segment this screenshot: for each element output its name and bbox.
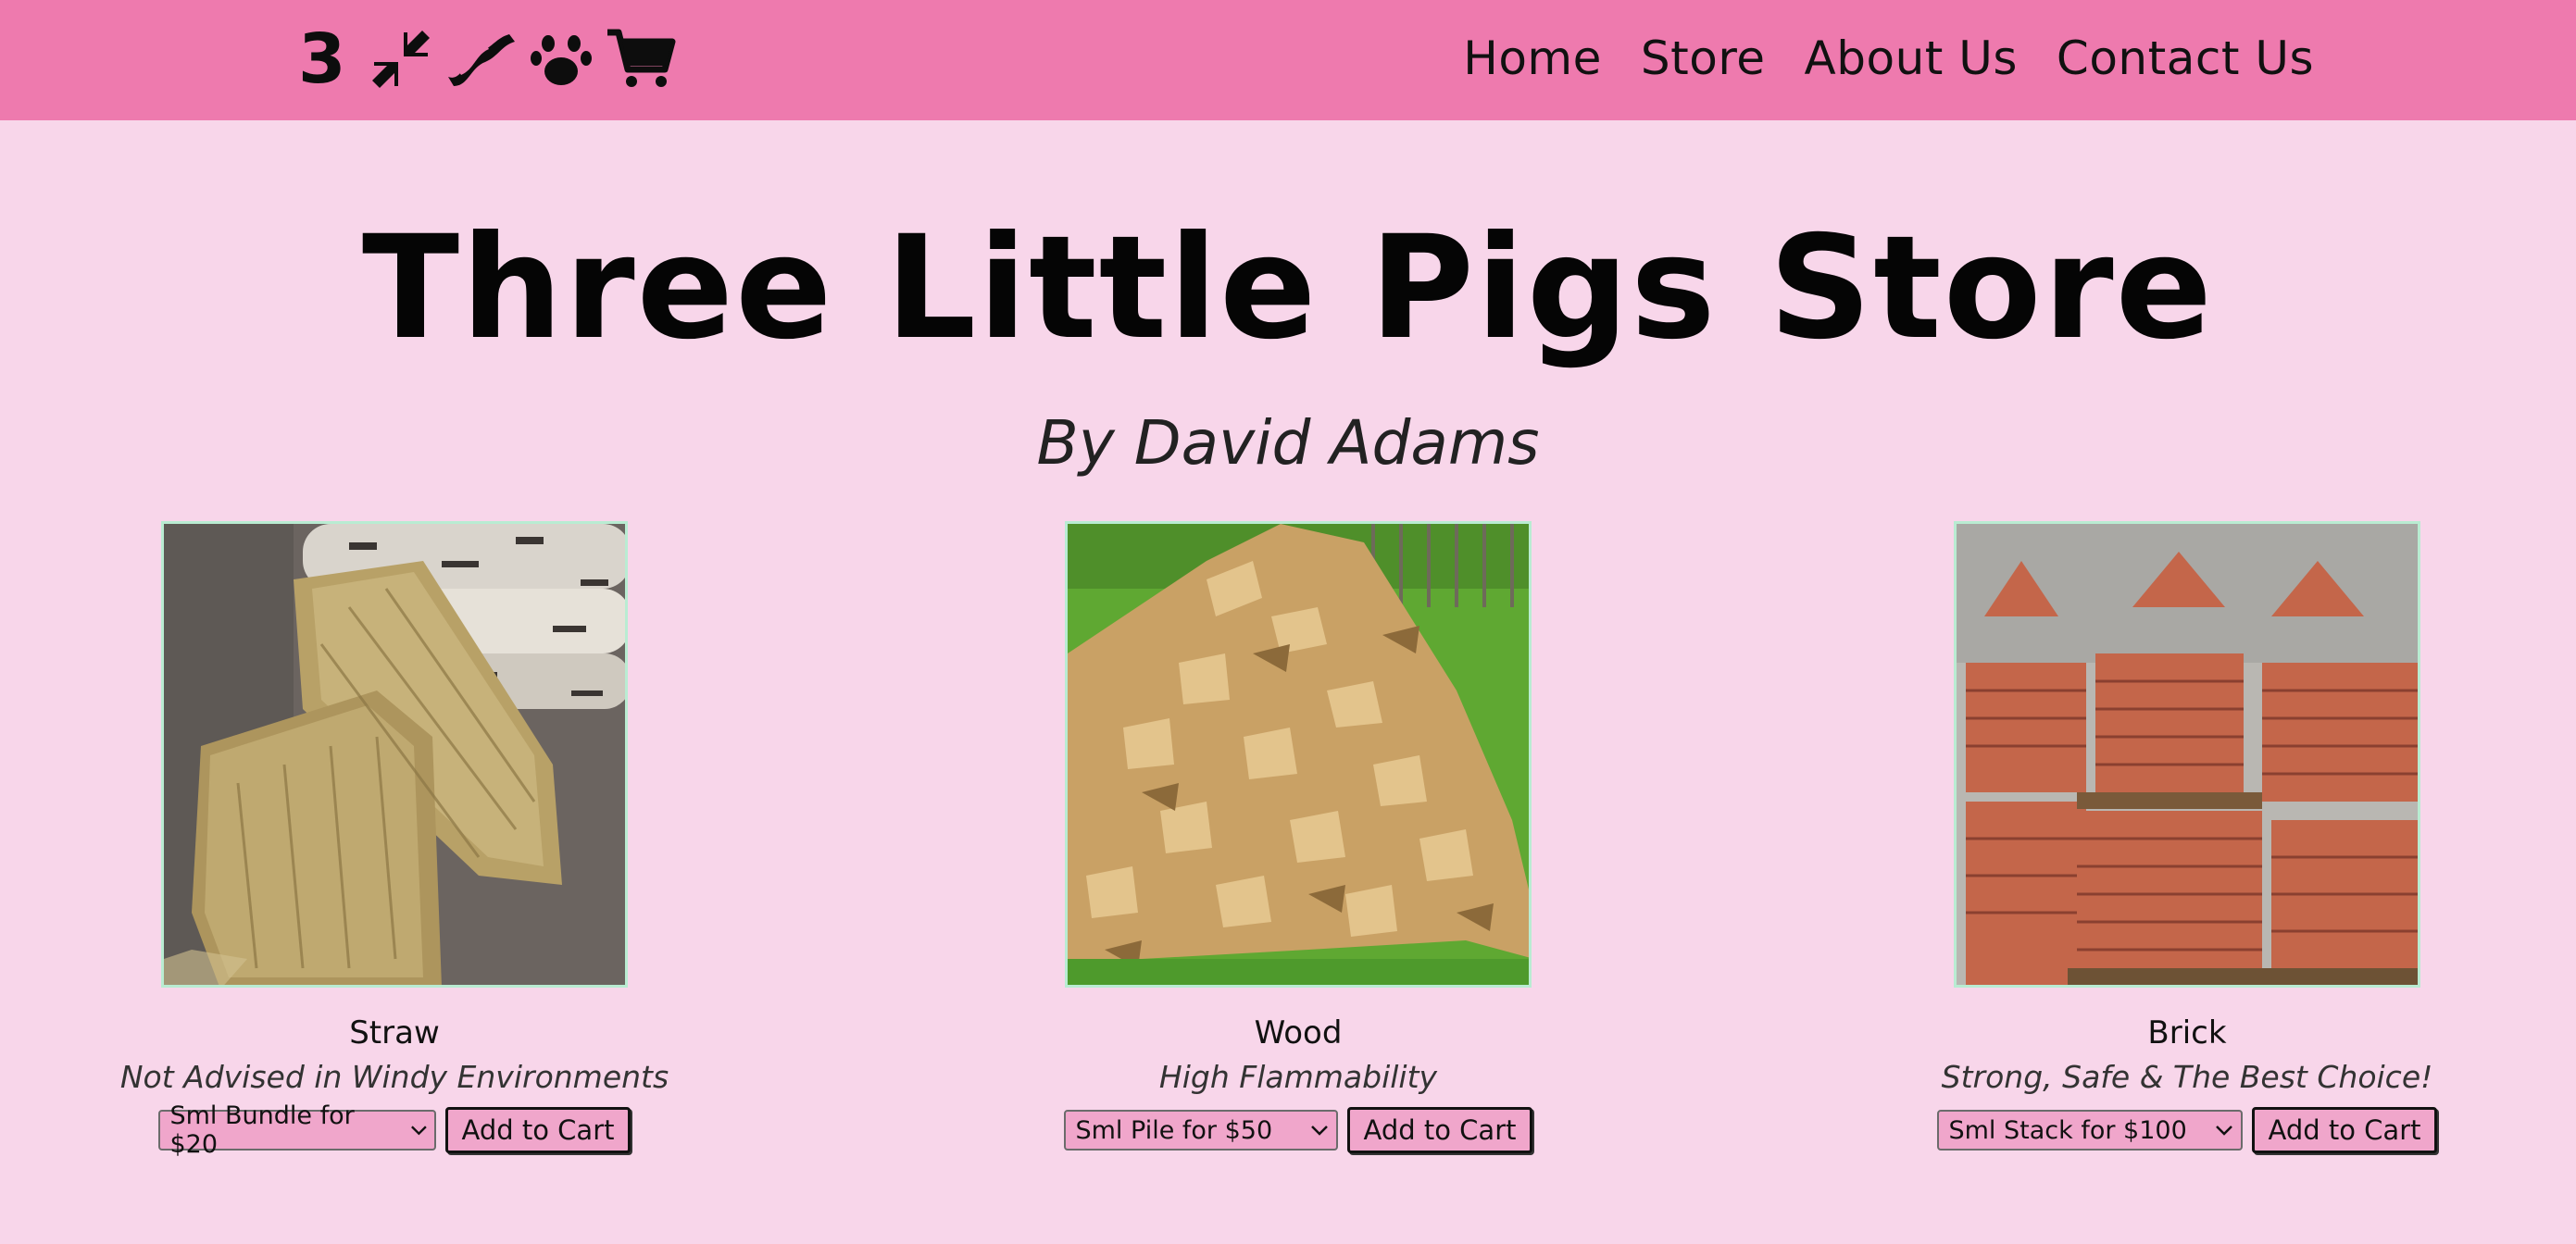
add-to-cart-button[interactable]: Add to Cart — [1347, 1107, 1532, 1153]
size-select-value: Sml Bundle for $20 — [169, 1101, 355, 1159]
product-name: Brick — [2147, 1014, 2227, 1051]
arrows-in-icon — [370, 29, 431, 90]
shopping-cart-icon[interactable] — [606, 29, 676, 90]
nav-contact-us[interactable]: Contact Us — [2057, 31, 2314, 85]
page-title: Three Little Pigs Store — [361, 205, 2215, 371]
size-select[interactable]: Sml Stack for $100 — [1937, 1110, 2244, 1151]
product-description: High Flammability — [1158, 1059, 1438, 1095]
product-controls: Sml Stack for $100 Add to Cart — [1891, 1107, 2483, 1153]
product-description: Strong, Safe & The Best Choice! — [1941, 1059, 2433, 1095]
nav-about-us[interactable]: About Us — [1805, 31, 2018, 85]
product-controls: Sml Pile for $50 Add to Cart — [1002, 1107, 1594, 1153]
straw-image — [161, 521, 628, 988]
main-nav: Home Store About Us Contact Us — [1463, 26, 2314, 91]
logo-group[interactable]: 3 — [298, 24, 676, 94]
top-nav-bar: 3 Home Store About Us Contact Us — [0, 0, 2576, 120]
product-name: Straw — [349, 1014, 440, 1051]
paw-icon — [530, 29, 593, 90]
size-select[interactable]: Sml Bundle for $20 — [158, 1101, 437, 1159]
bacon-icon — [444, 29, 517, 90]
product-controls: Sml Bundle for $20 Add to Cart — [98, 1101, 691, 1159]
logo-number: 3 — [298, 19, 346, 99]
chevron-down-icon — [2216, 1126, 2233, 1136]
chevron-down-icon — [410, 1126, 427, 1136]
add-to-cart-button[interactable]: Add to Cart — [445, 1107, 631, 1153]
product-name: Wood — [1254, 1014, 1343, 1051]
wood-image — [1065, 521, 1532, 988]
brick-image — [1954, 521, 2420, 988]
size-select-value: Sml Stack for $100 — [1948, 1115, 2187, 1145]
size-select-value: Sml Pile for $50 — [1075, 1115, 1273, 1145]
add-to-cart-button[interactable]: Add to Cart — [2252, 1107, 2437, 1153]
page-subtitle: By David Adams — [1036, 407, 1540, 479]
size-select[interactable]: Sml Pile for $50 — [1064, 1110, 1339, 1151]
chevron-down-icon — [1311, 1126, 1329, 1136]
nav-home[interactable]: Home — [1463, 31, 1602, 85]
product-description: Not Advised in Windy Environments — [119, 1059, 669, 1095]
nav-store[interactable]: Store — [1641, 31, 1766, 85]
